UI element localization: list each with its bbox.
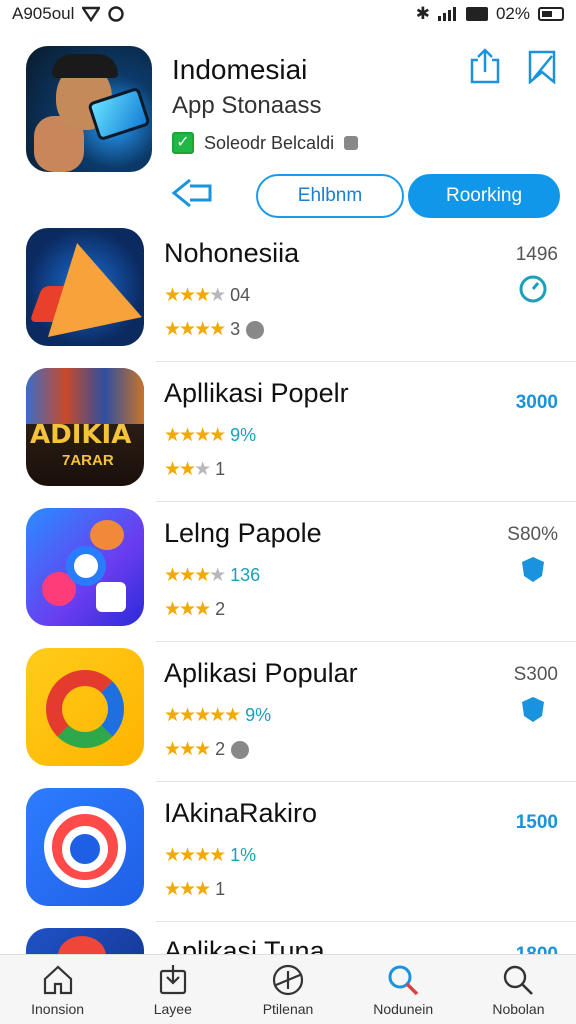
nav-item-more[interactable]: Nobolan xyxy=(461,955,576,1024)
star-rating: ★★★ xyxy=(164,739,211,760)
share-icon[interactable] xyxy=(468,48,502,84)
rating-row: ★★★ 1 xyxy=(164,878,225,901)
rating-row: ★★★★★ 9% xyxy=(164,704,271,727)
list-item[interactable]: Lelng Papole ★★★★ 136 ★★★ 2 S80% xyxy=(0,502,576,642)
star-rating: ★★★★★ xyxy=(164,705,241,726)
app-header: Indomesiai App Stonaass ✓ Soleodr Belcal… xyxy=(0,36,576,218)
wifi-icon xyxy=(465,7,488,21)
search-icon xyxy=(504,965,534,995)
battery-percent: 02% xyxy=(495,4,530,23)
featured-app-icon[interactable] xyxy=(26,46,152,172)
list-item[interactable]: ADIKIA 7ARAR Apllikasi Popelr ★★★★ 9% ★★★… xyxy=(0,362,576,502)
verified-label: Soleodr Belcaldi xyxy=(204,132,335,153)
star-rating: ★★★ xyxy=(164,599,211,620)
rating-text: 9% xyxy=(230,425,257,445)
app-name: Apllikasi Popelr xyxy=(164,378,349,408)
globe-icon xyxy=(231,740,250,759)
lock-icon xyxy=(344,136,359,150)
rating-text: 1 xyxy=(215,459,226,479)
app-stat: S300 xyxy=(513,664,558,685)
nav-item-search[interactable]: Nodunein xyxy=(346,955,461,1024)
rating-row: ★★★ 2 xyxy=(164,598,225,621)
star-rating: ★★★★ xyxy=(164,285,226,306)
rating-text: 2 xyxy=(215,599,226,619)
sync-icon xyxy=(108,6,125,22)
list-item[interactable]: Aplikasi Popular ★★★★★ 9% ★★★ 2 S300 xyxy=(0,642,576,782)
carrier-text: A905oul xyxy=(12,4,75,23)
nav-label: Ptilenan xyxy=(262,1001,314,1017)
rating-row: ★★★ 1 xyxy=(164,458,225,481)
page-title: Indomesiai xyxy=(172,54,308,85)
star-rating: ★★★★ xyxy=(164,425,226,446)
gauge-icon[interactable] xyxy=(518,274,548,304)
rating-row: ★★★★ 3 xyxy=(164,318,265,341)
nav-label: Inonsion xyxy=(31,1001,85,1017)
status-right: ✱ 02% xyxy=(416,4,564,24)
bottom-nav: Inonsion Layee Ptilenan Nodunein Nobolan xyxy=(0,954,576,1024)
nav-item-explore[interactable]: Ptilenan xyxy=(230,955,345,1024)
app-name: Aplikasi Popular xyxy=(164,658,358,688)
rating-text: 9% xyxy=(245,705,272,725)
rating-row: ★★★★ 136 xyxy=(164,564,260,587)
rating-text: 136 xyxy=(230,565,261,585)
app-icon[interactable] xyxy=(26,648,144,766)
app-name: Aplikasi Tuna xyxy=(164,936,325,956)
globe-icon xyxy=(246,320,265,339)
rating-text: 3 xyxy=(230,319,241,339)
app-stat: S80% xyxy=(507,524,558,545)
rating-text: 1 xyxy=(215,879,226,899)
app-icon[interactable] xyxy=(26,788,144,906)
app-icon[interactable] xyxy=(26,928,144,956)
nav-label: Nobolan xyxy=(492,1001,545,1017)
star-rating: ★★★★ xyxy=(164,565,226,586)
status-bar: A905oul ✱ 02% xyxy=(0,0,576,28)
back-arrow-icon[interactable] xyxy=(170,176,214,210)
vpn-icon xyxy=(82,6,101,22)
verified-row: ✓ Soleodr Belcaldi xyxy=(172,132,359,154)
app-stat: 1500 xyxy=(515,812,558,833)
star-rating: ★★★★ xyxy=(164,319,226,340)
bluetooth-icon: ✱ xyxy=(415,4,430,23)
nav-label: Nodunein xyxy=(373,1001,434,1017)
check-icon: ✓ xyxy=(172,132,194,154)
nav-label: Layee xyxy=(153,1001,192,1017)
rating-text: 1% xyxy=(230,845,257,865)
bookmark-icon[interactable] xyxy=(526,48,558,84)
home-icon xyxy=(43,965,72,995)
rating-text: 04 xyxy=(230,285,251,305)
star-rating: ★★★ xyxy=(164,459,211,480)
signal-icon xyxy=(437,7,456,21)
tab-ranking[interactable]: Roorking xyxy=(408,174,560,218)
battery-icon xyxy=(538,7,564,21)
nav-item-home[interactable]: Inonsion xyxy=(0,955,115,1024)
rating-text: 2 xyxy=(215,739,226,759)
list-item-partial[interactable]: Aplikasi Tuna 1800 xyxy=(0,922,576,956)
app-name: IAkinaRakiro xyxy=(164,798,318,828)
shield-icon[interactable] xyxy=(518,694,548,724)
compass-icon xyxy=(272,964,304,996)
app-name: Nohonesiia xyxy=(164,238,300,268)
status-left: A905oul xyxy=(12,4,125,24)
app-list: Nohonesiia ★★★★ 04 ★★★★ 3 1496 ADIKIA 7AR… xyxy=(0,222,576,922)
tab-outline[interactable]: Ehlbnm xyxy=(256,174,404,218)
app-name: Lelng Papole xyxy=(164,518,322,548)
app-stat: 3000 xyxy=(515,392,558,413)
app-stat: 1496 xyxy=(515,244,558,265)
rating-row: ★★★★ 04 xyxy=(164,284,250,307)
star-rating: ★★★ xyxy=(164,879,211,900)
page-subtitle: App Stonaass xyxy=(172,92,322,119)
download-icon xyxy=(159,965,186,995)
list-item[interactable]: IAkinaRakiro ★★★★ 1% ★★★ 1 1500 xyxy=(0,782,576,922)
rating-row: ★★★ 2 xyxy=(164,738,250,761)
star-rating: ★★★★ xyxy=(164,845,226,866)
rating-row: ★★★★ 9% xyxy=(164,424,256,447)
app-icon[interactable]: ADIKIA 7ARAR xyxy=(26,368,144,486)
nav-item-layer[interactable]: Layee xyxy=(115,955,230,1024)
app-icon[interactable] xyxy=(26,228,144,346)
rating-row: ★★★★ 1% xyxy=(164,844,256,867)
app-icon[interactable] xyxy=(26,508,144,626)
shield-icon[interactable] xyxy=(518,554,548,584)
search-icon xyxy=(388,965,419,996)
list-item[interactable]: Nohonesiia ★★★★ 04 ★★★★ 3 1496 xyxy=(0,222,576,362)
